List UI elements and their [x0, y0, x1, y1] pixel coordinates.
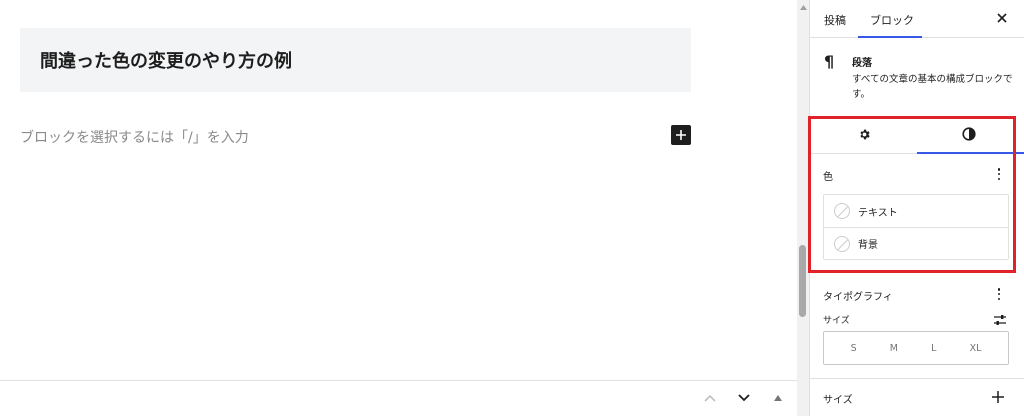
close-icon [997, 13, 1007, 23]
contrast-icon [962, 127, 976, 141]
sidebar-tabs: 投稿 ブロック [810, 0, 1024, 38]
size-option-xl[interactable]: XL [970, 343, 982, 354]
move-down-button[interactable] [734, 388, 754, 408]
typography-panel-title: タイポグラフィ [823, 292, 893, 303]
empty-swatch-icon [834, 235, 850, 252]
color-options-button[interactable] [994, 167, 1004, 181]
tab-styles[interactable] [957, 124, 981, 144]
empty-swatch-icon [834, 203, 850, 219]
custom-size-button[interactable] [993, 311, 1007, 330]
background-color-item[interactable]: 背景 [824, 227, 1008, 259]
move-up-button[interactable] [700, 388, 720, 408]
text-color-item[interactable]: テキスト [824, 195, 1008, 227]
active-subtab-indicator [917, 152, 1024, 154]
color-panel-title: 色 [823, 172, 833, 183]
editor-canvas[interactable]: 間違った色の変更のやり方の例 ブロックを選択するには「/」を入力 [0, 0, 797, 416]
size-option-l[interactable]: L [931, 343, 936, 354]
scrollbar-up-arrow[interactable] [797, 0, 809, 14]
paragraph-icon: ¶ [824, 52, 835, 71]
add-dimension-button[interactable] [991, 389, 1005, 403]
block-inserter-button[interactable] [671, 125, 691, 145]
plus-icon [676, 130, 686, 140]
block-placeholder[interactable]: ブロックを選択するには「/」を入力 [20, 127, 249, 147]
editor-screen: 間違った色の変更のやり方の例 ブロックを選択するには「/」を入力 投稿 ブロック… [0, 0, 1024, 416]
tab-post[interactable]: 投稿 [824, 12, 846, 28]
typography-options-button[interactable] [994, 287, 1004, 301]
size-option-m[interactable]: M [890, 343, 898, 354]
plus-icon [992, 391, 1004, 403]
block-title: 段落 [852, 58, 872, 69]
caret-up-icon [774, 395, 782, 401]
caret-up-icon [799, 4, 807, 10]
block-inspector-tabs [810, 116, 1024, 154]
heading-text[interactable]: 間違った色の変更のやり方の例 [40, 47, 292, 73]
close-sidebar-button[interactable] [994, 10, 1010, 26]
color-item-group: テキスト 背景 [823, 194, 1009, 260]
scroll-top-button[interactable] [768, 388, 788, 408]
editor-footer [0, 380, 797, 416]
tab-settings[interactable] [852, 124, 876, 144]
text-color-label: テキスト [858, 207, 898, 219]
font-size-label: サイズ [823, 316, 850, 326]
active-tab-indicator [858, 36, 922, 38]
font-size-picker: S M L XL [823, 331, 1009, 365]
scrollbar-track[interactable] [797, 0, 809, 416]
tab-block[interactable]: ブロック [870, 12, 914, 28]
panel-divider [810, 378, 1024, 379]
chevron-up-icon [704, 394, 716, 402]
block-description: すべての文章の基本の構成ブロックです。 [852, 74, 1013, 100]
chevron-down-icon [738, 394, 750, 402]
sliders-icon [994, 315, 1006, 325]
background-color-label: 背景 [858, 240, 878, 251]
dimensions-panel-title: サイズ [823, 395, 853, 406]
heading-block[interactable]: 間違った色の変更のやり方の例 [20, 28, 691, 92]
size-option-s[interactable]: S [851, 343, 857, 354]
scrollbar-thumb[interactable] [799, 245, 806, 317]
gear-icon [859, 129, 870, 139]
settings-sidebar: 投稿 ブロック ¶ 段落 すべての文章の基本の構成ブロックです。 色 テキスト … [809, 0, 1024, 416]
